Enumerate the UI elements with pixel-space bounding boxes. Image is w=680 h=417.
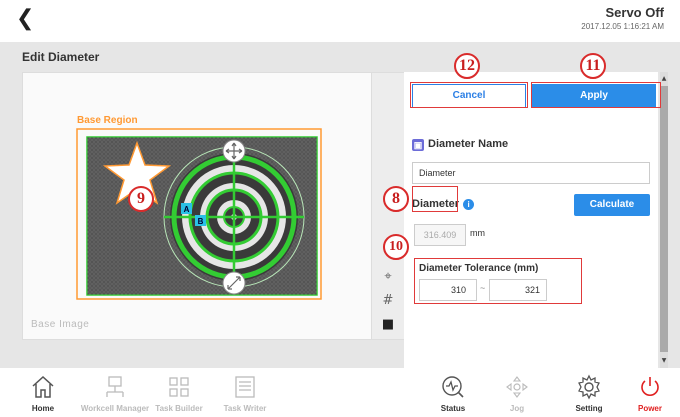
base-region-label: Base Region: [77, 115, 138, 126]
callout-8: 8: [383, 186, 409, 212]
nav-task-builder[interactable]: Task Builder: [144, 374, 214, 413]
callout-highlight-diameter: [412, 186, 458, 212]
scroll-down-arrow-icon[interactable]: ▼: [660, 356, 668, 366]
callout-12: 12: [454, 53, 480, 79]
page-title: Edit Diameter: [22, 50, 100, 64]
nav-status[interactable]: Status: [418, 374, 488, 413]
callout-9: 9: [128, 186, 154, 212]
home-icon: [32, 375, 54, 398]
nav-home[interactable]: Home: [8, 374, 78, 413]
nav-status-label: Status: [440, 404, 466, 413]
marker-b-label: B: [198, 217, 204, 226]
vision-image-canvas: A B: [76, 128, 322, 300]
nav-task-writer[interactable]: Task Writer: [210, 374, 280, 413]
bottom-navigation: Home Workcell Manager Task Builder Task …: [0, 368, 680, 417]
system-datetime: 2017.12.05 1:16:21 AM: [581, 22, 664, 31]
scroll-up-arrow-icon[interactable]: ▲: [660, 74, 668, 84]
nav-jog-label: Jog: [509, 404, 525, 413]
nav-workcell-manager[interactable]: Workcell Manager: [80, 374, 150, 413]
calculate-button[interactable]: Calculate: [574, 194, 650, 216]
nav-power-label: Power: [637, 404, 662, 413]
diameter-value-field: 316.409: [414, 224, 466, 246]
callout-highlight-apply: [531, 82, 661, 108]
nav-power[interactable]: Power: [622, 374, 678, 413]
nav-workcell-label: Workcell Manager: [80, 404, 150, 413]
nav-home-label: Home: [31, 404, 55, 413]
diameter-name-title: Diameter Name: [428, 138, 509, 150]
marker-a-label: A: [184, 205, 190, 214]
back-chevron-icon[interactable]: ❮: [16, 6, 34, 31]
servo-status: Servo Off: [605, 5, 664, 20]
diameter-form: Cancel Apply ▣ Diameter Name Diameter Dia…: [404, 72, 658, 368]
name-tag-icon: ▣: [412, 139, 424, 151]
gear-icon: [578, 374, 600, 400]
scrollbar-thumb[interactable]: [660, 86, 668, 352]
diameter-tolerance-group: Diameter Tolerance (mm) 310 ~ 321: [414, 258, 582, 304]
task-writer-icon: [235, 376, 255, 398]
form-scrollbar[interactable]: ▲ ▼: [660, 72, 668, 368]
tolerance-separator: ~: [480, 283, 486, 293]
task-builder-icon: [169, 377, 189, 397]
callout-10: 10: [383, 234, 409, 260]
info-icon[interactable]: i: [463, 199, 475, 210]
base-image-label: Base Image: [31, 319, 90, 330]
diameter-name-section: ▣ Diameter Name: [412, 138, 508, 151]
toolbox-icon[interactable]: ■: [380, 317, 396, 333]
diameter-name-input[interactable]: Diameter: [412, 162, 650, 184]
tolerance-min-input[interactable]: 310: [419, 279, 477, 301]
top-bar: ❮ Servo Off 2017.12.05 1:16:21 AM: [0, 0, 680, 40]
nav-setting[interactable]: Setting: [554, 374, 624, 413]
callout-11: 11: [580, 53, 606, 79]
nav-setting-label: Setting: [575, 404, 603, 413]
workcell-icon: [106, 376, 124, 397]
focus-target-icon[interactable]: ⌖: [380, 269, 396, 285]
tolerance-label: Diameter Tolerance (mm): [419, 263, 539, 274]
diameter-unit: mm: [470, 228, 485, 238]
nav-jog[interactable]: Jog: [482, 374, 552, 413]
tolerance-max-input[interactable]: 321: [489, 279, 547, 301]
vision-image-area[interactable]: A B Base Region Base Image: [22, 72, 372, 340]
power-icon: [641, 377, 659, 396]
nav-task-writer-label: Task Writer: [223, 404, 267, 413]
callout-highlight-cancel: [410, 82, 528, 108]
nav-task-builder-label: Task Builder: [155, 404, 203, 413]
jog-icon: [506, 376, 528, 398]
grid-hash-icon[interactable]: #: [380, 293, 396, 309]
status-icon: [442, 376, 464, 398]
